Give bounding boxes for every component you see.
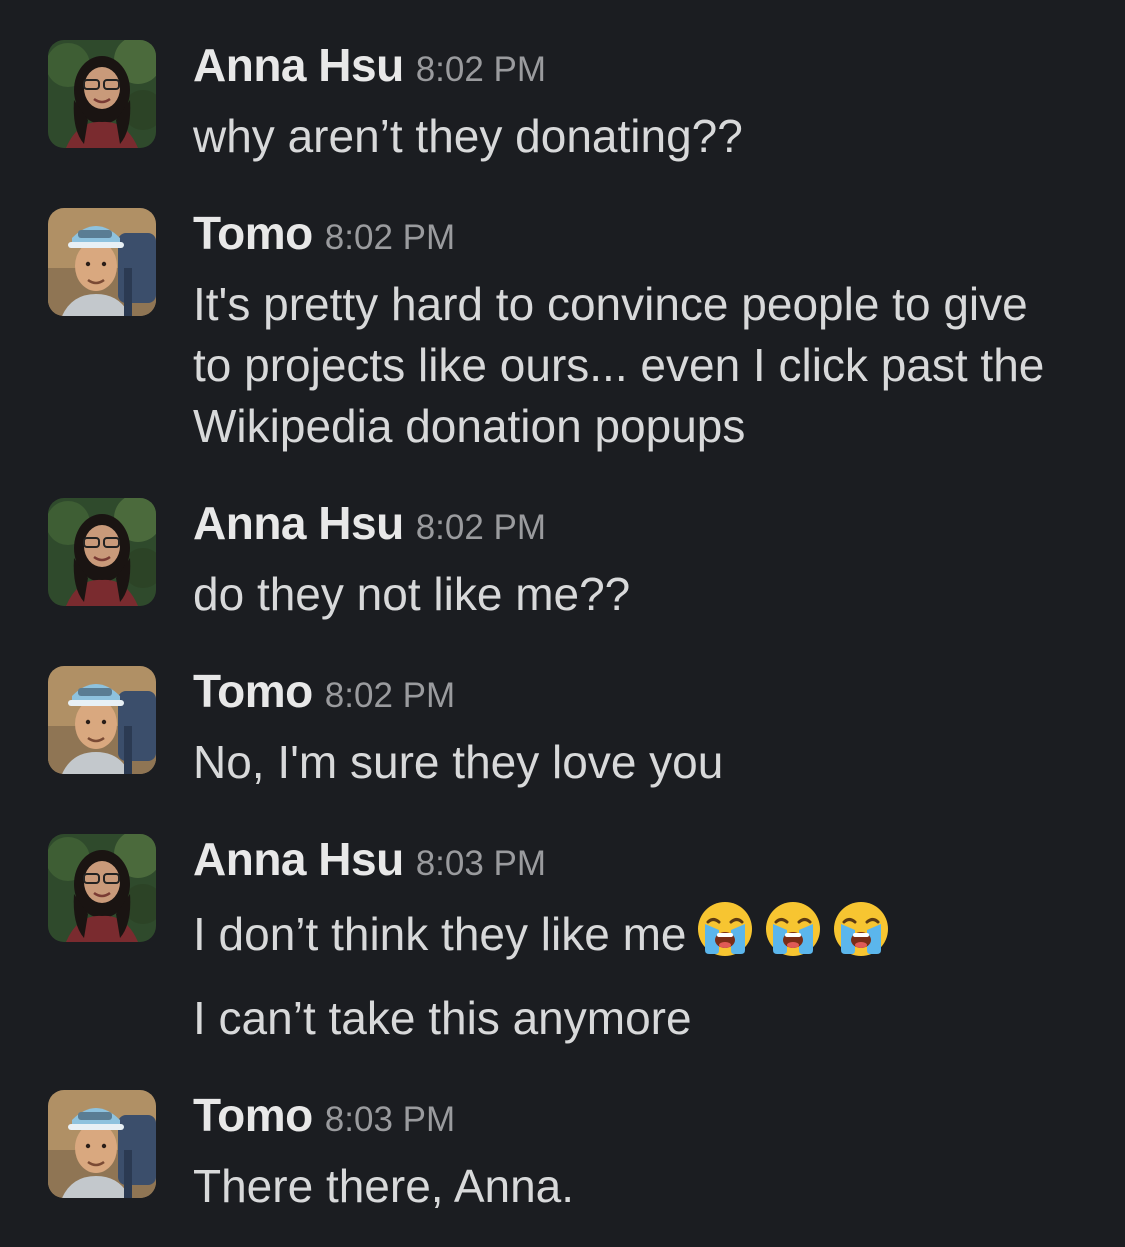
author-name[interactable]: Tomo: [193, 665, 313, 717]
tomo-avatar-icon: [48, 666, 156, 774]
timestamp[interactable]: 8:02 PM: [325, 218, 455, 257]
loudly-crying-face-icon: [696, 900, 754, 958]
timestamp[interactable]: 8:02 PM: [416, 508, 546, 547]
tomo-avatar-icon: [48, 208, 156, 316]
anna-avatar-icon: [48, 40, 156, 148]
user-avatar[interactable]: [48, 834, 156, 942]
author-name[interactable]: Anna Hsu: [193, 497, 404, 549]
user-avatar[interactable]: [48, 498, 156, 606]
author-name[interactable]: Tomo: [193, 207, 313, 259]
user-avatar[interactable]: [48, 208, 156, 316]
anna-avatar-icon: [48, 498, 156, 606]
user-avatar[interactable]: [48, 666, 156, 774]
message-text: why aren’t they donating??: [193, 110, 743, 162]
message-text: No, I'm sure they love you: [193, 736, 724, 788]
timestamp[interactable]: 8:02 PM: [325, 676, 455, 715]
tomo-avatar-icon: [48, 1090, 156, 1198]
author-name[interactable]: Anna Hsu: [193, 833, 404, 885]
message-line: I don’t think they like me: [193, 900, 1073, 965]
loudly-crying-face-icon: [832, 900, 890, 958]
timestamp[interactable]: 8:02 PM: [416, 50, 546, 89]
message-text: It's pretty hard to convince people to g…: [193, 278, 1045, 452]
user-avatar[interactable]: [48, 40, 156, 148]
message-text: There there, Anna.: [193, 1160, 575, 1212]
author-name[interactable]: Tomo: [193, 1089, 313, 1141]
message-text: I can’t take this anymore: [193, 992, 692, 1044]
message-text: I don’t think they like me: [193, 908, 687, 960]
message-text: do they not like me??: [193, 568, 631, 620]
timestamp[interactable]: 8:03 PM: [325, 1100, 455, 1139]
anna-avatar-icon: [48, 834, 156, 942]
timestamp[interactable]: 8:03 PM: [416, 844, 546, 883]
user-avatar[interactable]: [48, 1090, 156, 1198]
loudly-crying-face-icon: [764, 900, 822, 958]
author-name[interactable]: Anna Hsu: [193, 39, 404, 91]
